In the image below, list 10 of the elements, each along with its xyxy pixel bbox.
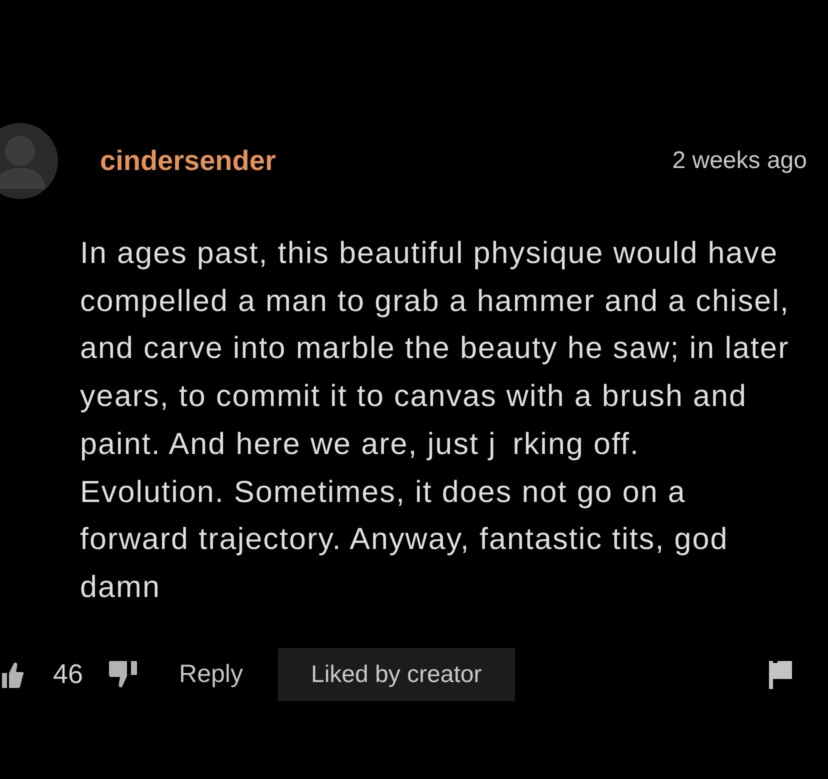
like-count: 46 [53, 659, 84, 690]
thumbs-up-icon[interactable] [2, 662, 24, 688]
reply-button[interactable]: Reply [179, 660, 243, 690]
liked-by-creator-badge: Liked by creator [278, 648, 515, 702]
thumbs-down-icon[interactable] [109, 661, 140, 688]
flag-icon[interactable] [769, 660, 792, 689]
avatar-icon [0, 123, 58, 199]
timestamp: 2 weeks ago [672, 147, 807, 175]
comment-text: In ages past, this beautiful physique would have compelled a man to grab a hammer and a chisel, and carve into marble the beauty he saw; in later years, to commit it to canvas with a brush and paint. And here we are, just j rking off. Evolution. Sometimes, it does not go on a forward trajectory. Anyway, fantastic tits, god damn [80, 235, 790, 606]
username[interactable]: cindersender [100, 145, 276, 177]
